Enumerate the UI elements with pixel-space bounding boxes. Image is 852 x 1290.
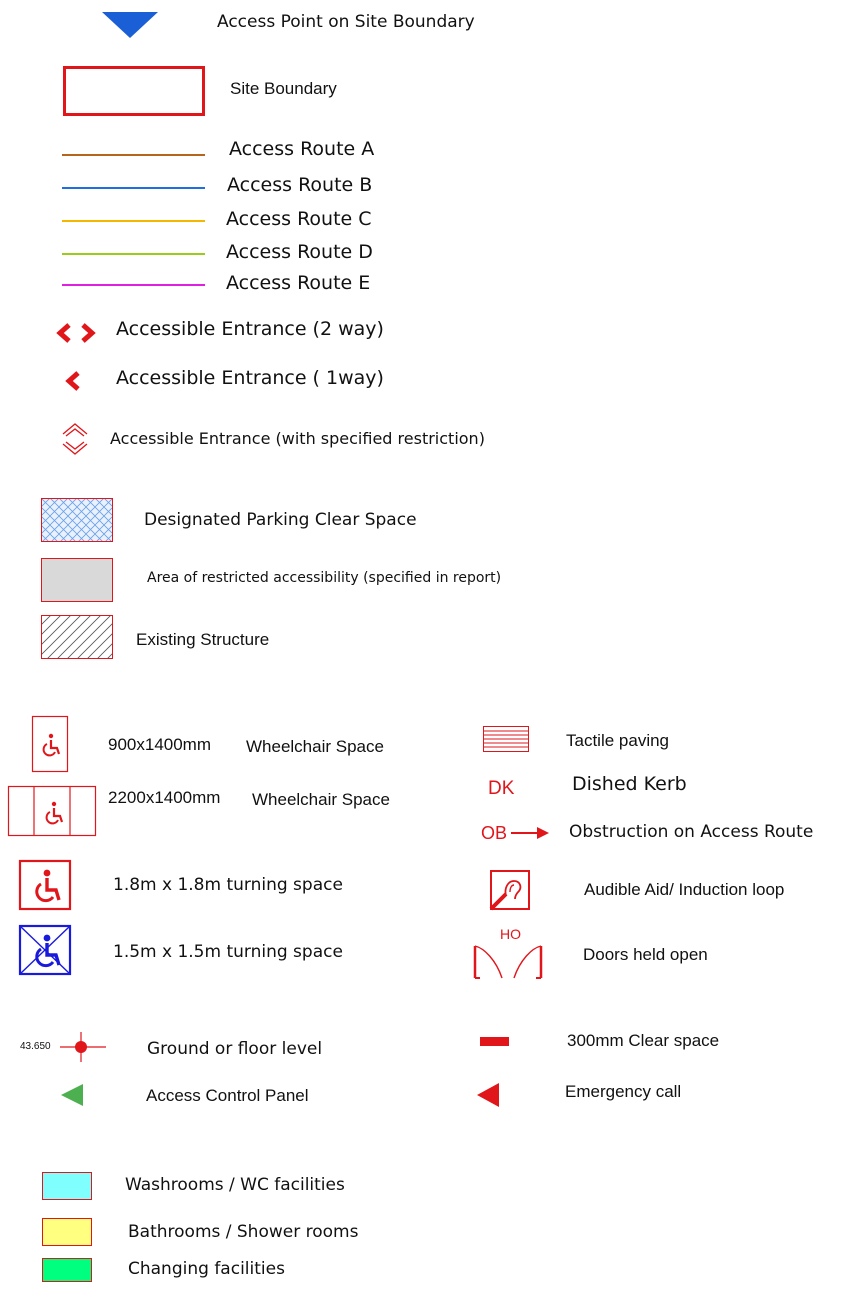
obstruction-code: OB bbox=[481, 823, 508, 843]
tactile-paving-icon bbox=[483, 726, 529, 752]
level-label: Ground or floor level bbox=[147, 1039, 323, 1059]
access-route-d-line bbox=[62, 253, 205, 255]
entrance-one-way-icon bbox=[65, 371, 80, 391]
turning-space-15-icon bbox=[18, 924, 72, 976]
doors-held-open-icon bbox=[473, 945, 543, 979]
doors-held-label: Doors held open bbox=[583, 945, 708, 964]
induction-loop-icon bbox=[489, 870, 530, 911]
access-route-b-line bbox=[62, 187, 205, 189]
access-point-icon bbox=[102, 12, 158, 38]
restricted-area-swatch bbox=[41, 558, 113, 602]
level-marker-icon bbox=[60, 1032, 106, 1062]
access-route-c-line bbox=[62, 220, 205, 222]
site-boundary-label: Site Boundary bbox=[230, 79, 337, 98]
access-route-c-label: Access Route C bbox=[226, 208, 372, 230]
bathrooms-label: Bathrooms / Shower rooms bbox=[128, 1222, 359, 1242]
dished-kerb-label: Dished Kerb bbox=[572, 773, 687, 795]
parking-clear-space-label: Designated Parking Clear Space bbox=[144, 510, 417, 530]
dished-kerb-code: DK bbox=[488, 778, 515, 799]
existing-structure-label: Existing Structure bbox=[136, 630, 270, 649]
access-route-e-label: Access Route E bbox=[226, 272, 371, 294]
obstruction-label: Obstruction on Access Route bbox=[569, 822, 814, 842]
restricted-area-label: Area of restricted accessibility (specif… bbox=[147, 570, 502, 586]
wheelchair-space-900-icon bbox=[31, 715, 69, 773]
wheelchair-900-size: 900x1400mm bbox=[108, 735, 212, 754]
clear-space-icon bbox=[480, 1037, 509, 1046]
washrooms-swatch bbox=[42, 1172, 92, 1200]
access-route-a-label: Access Route A bbox=[229, 138, 375, 160]
access-control-label: Access Control Panel bbox=[146, 1086, 309, 1105]
entrance-one-way-label: Accessible Entrance ( 1way) bbox=[116, 367, 384, 389]
turning-space-15-label: 1.5m x 1.5m turning space bbox=[113, 942, 343, 962]
turning-space-18-icon bbox=[18, 859, 72, 911]
access-route-a-line bbox=[62, 154, 205, 156]
wheelchair-2200-label: Wheelchair Space bbox=[252, 790, 390, 809]
entrance-two-way-label: Accessible Entrance (2 way) bbox=[116, 318, 384, 340]
turning-space-18-label: 1.8m x 1.8m turning space bbox=[113, 875, 343, 895]
wheelchair-space-2200-icon bbox=[7, 785, 97, 837]
access-route-d-label: Access Route D bbox=[226, 241, 373, 263]
parking-clear-space-swatch bbox=[41, 498, 113, 542]
changing-swatch bbox=[42, 1258, 92, 1282]
tactile-paving-label: Tactile paving bbox=[566, 731, 670, 750]
access-route-b-label: Access Route B bbox=[227, 174, 373, 196]
audible-aid-label: Audible Aid/ Induction loop bbox=[584, 880, 785, 899]
access-route-e-line bbox=[62, 284, 205, 286]
access-control-panel-icon bbox=[61, 1084, 83, 1106]
obstruction-arrow-icon bbox=[511, 827, 549, 839]
doors-held-code: HO bbox=[500, 926, 521, 942]
clear-space-label: 300mm Clear space bbox=[567, 1031, 720, 1050]
entrance-restricted-icon bbox=[62, 423, 88, 455]
wheelchair-900-label: Wheelchair Space bbox=[246, 737, 384, 756]
level-value: 43.650 bbox=[20, 1041, 51, 1052]
changing-label: Changing facilities bbox=[128, 1259, 285, 1279]
emergency-call-label: Emergency call bbox=[565, 1082, 682, 1101]
site-boundary-swatch bbox=[63, 66, 205, 116]
entrance-two-way-icon bbox=[56, 323, 96, 343]
wheelchair-2200-size: 2200x1400mm bbox=[108, 788, 221, 807]
washrooms-label: Washrooms / WC facilities bbox=[125, 1175, 345, 1195]
existing-structure-swatch bbox=[41, 615, 113, 659]
entrance-restricted-label: Accessible Entrance (with specified rest… bbox=[110, 429, 485, 448]
emergency-call-icon bbox=[477, 1083, 499, 1107]
bathrooms-swatch bbox=[42, 1218, 92, 1246]
access-point-label: Access Point on Site Boundary bbox=[217, 12, 475, 32]
